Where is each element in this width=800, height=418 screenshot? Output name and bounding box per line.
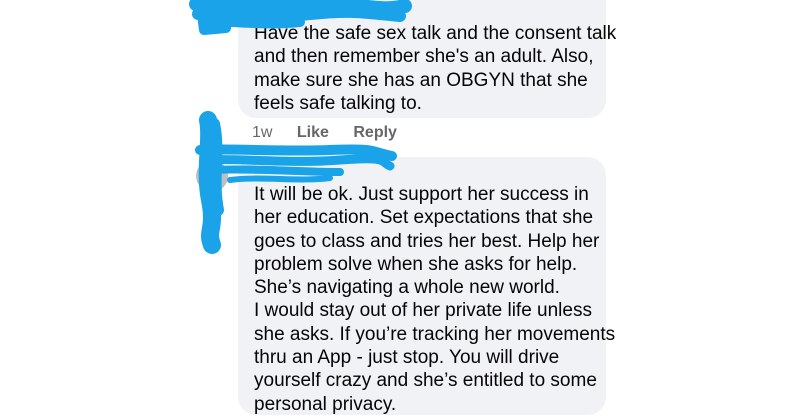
avatar[interactable] (196, 160, 228, 192)
comment-line: Have the safe sex talk and the consent t… (254, 23, 617, 44)
like-button[interactable]: Like (297, 124, 329, 142)
comment-line: problem solve when she asks for help. (254, 253, 578, 275)
reply-button[interactable]: Reply (353, 124, 397, 142)
comment-line: goes to class and tries her best. Help h… (254, 230, 600, 252)
comment-author[interactable]: ... (252, 2, 263, 17)
comment-line: personal privacy. (254, 393, 397, 415)
avatar[interactable] (200, 2, 232, 34)
comment-line: her education. Set expectations that she (254, 207, 594, 229)
comment-text: Have the safe sex talk and the consent t… (254, 22, 616, 115)
comment-line: yourself crazy and she’s entitled to som… (254, 370, 597, 392)
comment-line: make sure she has an OBGYN that she (254, 69, 588, 91)
comment-actions: 1w Like Reply (252, 124, 417, 142)
comment-bubble: ... It will be ok. Just support her succ… (238, 157, 615, 415)
comment-line: she asks. If you’re tracking her movemen… (254, 323, 616, 345)
comment-line: It will be ok. Just support her success … (254, 184, 589, 205)
comment-text: It will be ok. Just support her success … (254, 183, 615, 416)
comment-line: and then remember she's an adult. Also, (254, 46, 594, 68)
comment-line: I would stay out of her private life unl… (254, 300, 592, 322)
comment-thread: ... Have the safe sex talk and the conse… (0, 0, 800, 418)
comment-timestamp[interactable]: 1w (252, 124, 272, 142)
comment-bubble: ... Have the safe sex talk and the conse… (238, 0, 616, 118)
comment-line: thru an App - just stop. You will drive (254, 347, 560, 369)
comment-line: She’s navigating a whole new world. (254, 277, 560, 299)
comment-author[interactable]: ... (252, 159, 263, 174)
comment-line: feels safe talking to. (254, 92, 422, 114)
